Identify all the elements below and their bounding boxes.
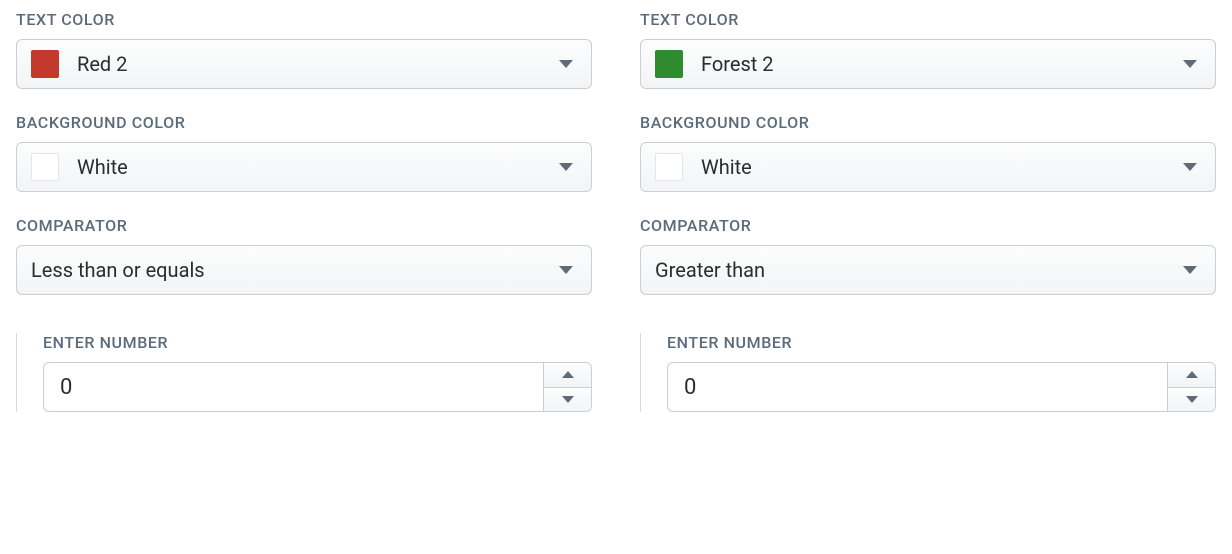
color-swatch-icon xyxy=(31,50,59,78)
left-column: TEXT COLOR Red 2 BACKGROUND COLOR White … xyxy=(16,10,592,412)
comparator-select[interactable]: Greater than xyxy=(640,245,1216,295)
text-color-field: TEXT COLOR Red 2 xyxy=(16,10,592,89)
number-spinner xyxy=(1167,363,1215,411)
number-input[interactable]: 0 xyxy=(43,362,592,412)
decrement-button[interactable] xyxy=(1168,388,1215,412)
comparator-label: COMPARATOR xyxy=(16,216,592,235)
number-spinner xyxy=(543,363,591,411)
text-color-label: TEXT COLOR xyxy=(640,10,1216,29)
chevron-down-icon xyxy=(1183,60,1197,68)
number-field: ENTER NUMBER 0 xyxy=(640,333,1216,412)
chevron-down-icon xyxy=(559,266,573,274)
increment-button[interactable] xyxy=(544,363,591,388)
background-color-label: BACKGROUND COLOR xyxy=(640,113,1216,132)
chevron-down-icon xyxy=(559,60,573,68)
comparator-label: COMPARATOR xyxy=(640,216,1216,235)
number-field: ENTER NUMBER 0 xyxy=(16,333,592,412)
chevron-down-icon xyxy=(1183,266,1197,274)
number-value[interactable]: 0 xyxy=(668,363,1167,411)
text-color-field: TEXT COLOR Forest 2 xyxy=(640,10,1216,89)
comparator-field: COMPARATOR Greater than xyxy=(640,216,1216,295)
background-color-value: White xyxy=(77,155,559,179)
text-color-select[interactable]: Red 2 xyxy=(16,39,592,89)
background-color-field: BACKGROUND COLOR White xyxy=(640,113,1216,192)
chevron-down-icon xyxy=(559,163,573,171)
comparator-value: Greater than xyxy=(655,258,1183,282)
number-input[interactable]: 0 xyxy=(667,362,1216,412)
right-column: TEXT COLOR Forest 2 BACKGROUND COLOR Whi… xyxy=(640,10,1216,412)
background-color-value: White xyxy=(701,155,1183,179)
chevron-down-icon xyxy=(1186,396,1198,403)
background-color-select[interactable]: White xyxy=(640,142,1216,192)
color-swatch-icon xyxy=(655,50,683,78)
background-color-select[interactable]: White xyxy=(16,142,592,192)
background-color-label: BACKGROUND COLOR xyxy=(16,113,592,132)
color-swatch-icon xyxy=(655,153,683,181)
comparator-select[interactable]: Less than or equals xyxy=(16,245,592,295)
chevron-up-icon xyxy=(562,371,574,378)
number-label: ENTER NUMBER xyxy=(43,333,592,352)
decrement-button[interactable] xyxy=(544,388,591,412)
chevron-down-icon xyxy=(1183,163,1197,171)
chevron-down-icon xyxy=(562,396,574,403)
number-value[interactable]: 0 xyxy=(44,363,543,411)
text-color-value: Forest 2 xyxy=(701,52,1183,76)
color-swatch-icon xyxy=(31,153,59,181)
comparator-field: COMPARATOR Less than or equals xyxy=(16,216,592,295)
text-color-label: TEXT COLOR xyxy=(16,10,592,29)
background-color-field: BACKGROUND COLOR White xyxy=(16,113,592,192)
text-color-select[interactable]: Forest 2 xyxy=(640,39,1216,89)
increment-button[interactable] xyxy=(1168,363,1215,388)
text-color-value: Red 2 xyxy=(77,52,559,76)
number-label: ENTER NUMBER xyxy=(667,333,1216,352)
chevron-up-icon xyxy=(1186,371,1198,378)
comparator-value: Less than or equals xyxy=(31,258,559,282)
